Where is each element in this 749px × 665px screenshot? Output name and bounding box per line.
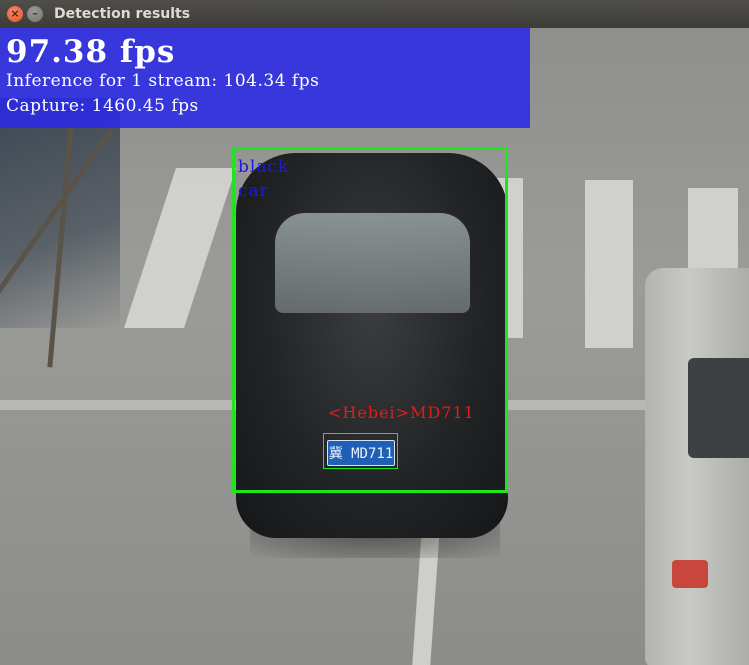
plate-bounding-box xyxy=(323,433,398,469)
close-button[interactable]: × xyxy=(7,6,23,22)
van-tail-light xyxy=(672,560,708,588)
minimize-button[interactable]: – xyxy=(27,6,43,22)
window-titlebar: × – Detection results xyxy=(0,0,749,28)
van-window xyxy=(688,358,749,458)
capture-fps: Capture: 1460.45 fps xyxy=(6,96,199,116)
crosswalk-stripe xyxy=(688,188,738,268)
vehicle-color-label: black xyxy=(238,157,290,177)
silver-van xyxy=(645,268,749,665)
crosswalk-stripe xyxy=(124,168,236,328)
vehicle-type-label: car xyxy=(238,181,269,201)
plate-recognition-label: <Hebei>MD711 xyxy=(328,403,475,422)
stats-panel: 97.38 fps Inference for 1 stream: 104.34… xyxy=(0,28,530,128)
window-title: Detection results xyxy=(54,6,191,22)
inference-fps: Inference for 1 stream: 104.34 fps xyxy=(6,71,320,91)
crosswalk-stripe xyxy=(585,180,633,348)
overall-fps: 97.38 fps xyxy=(6,34,176,70)
